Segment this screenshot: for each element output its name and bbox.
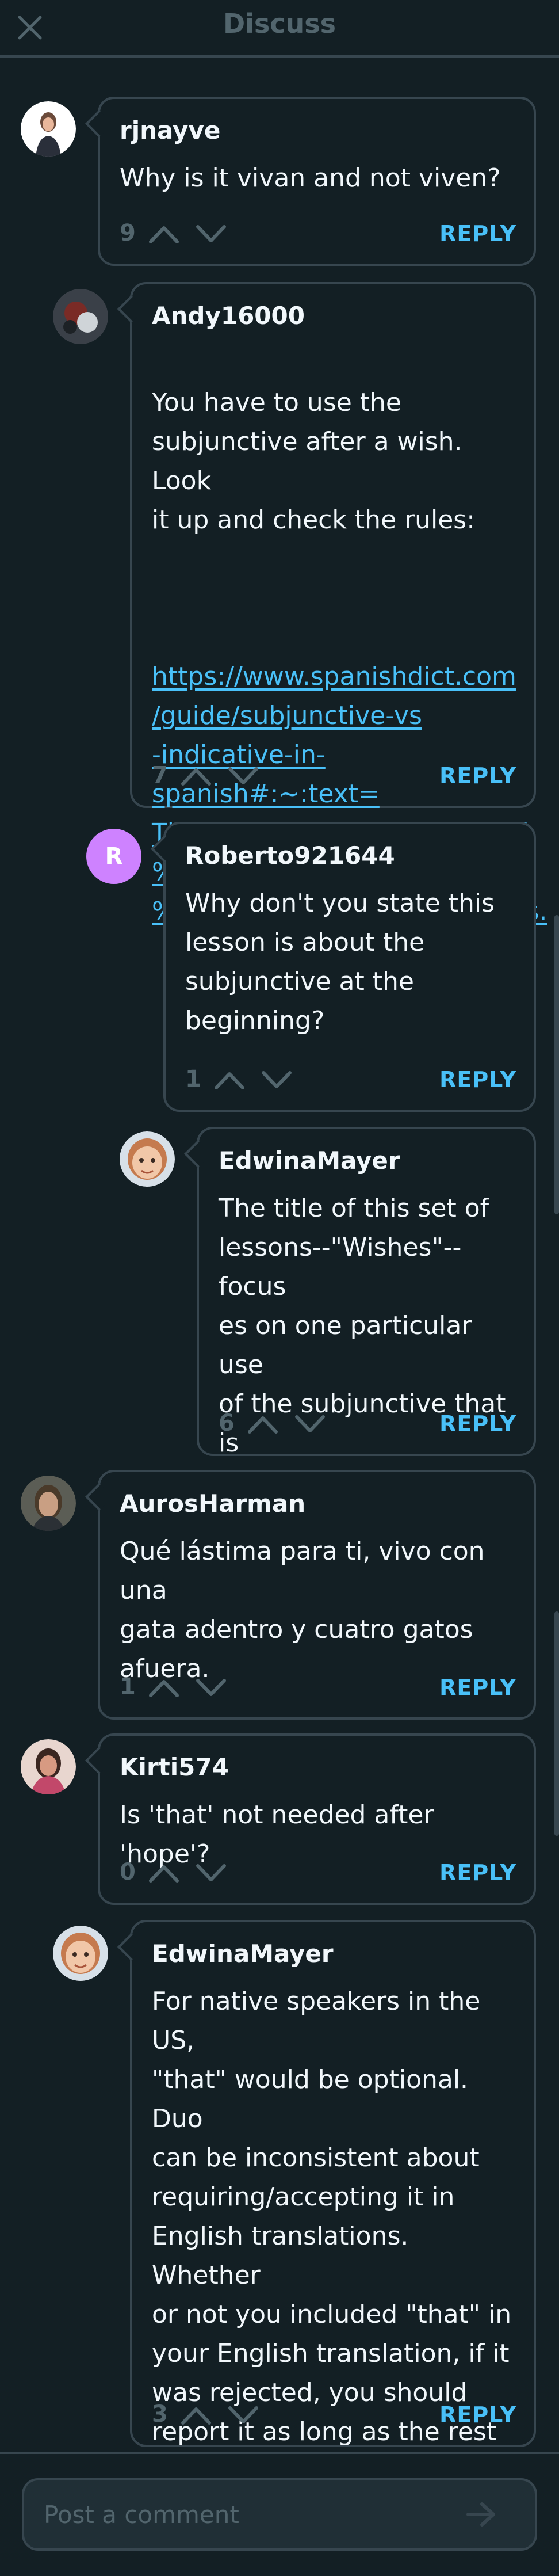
comment-footer: 3 REPLY xyxy=(152,2399,516,2431)
chevron-down-icon xyxy=(196,1679,226,1696)
reply-button[interactable]: REPLY xyxy=(439,221,516,246)
send-button[interactable] xyxy=(465,2500,497,2529)
upvote-button[interactable] xyxy=(147,1675,181,1700)
comment: Kirti574 Is 'that' not needed after 'hop… xyxy=(21,1733,536,1905)
comment: Andy16000 You have to use the subjunctiv… xyxy=(53,282,547,926)
username[interactable]: rjnayve xyxy=(120,116,220,144)
send-icon xyxy=(466,2502,495,2527)
chevron-up-icon xyxy=(181,2407,211,2425)
username[interactable]: EdwinaMayer xyxy=(152,1939,334,1968)
downvote-button[interactable] xyxy=(260,1067,293,1092)
comment-text: The title of this set of lessons--"Wishe… xyxy=(219,1194,506,1497)
avatar[interactable]: R xyxy=(86,829,141,884)
comment-text: Why don't you state this lesson is about… xyxy=(185,889,495,1035)
avatar[interactable] xyxy=(21,101,76,157)
reply-button[interactable]: REPLY xyxy=(439,1411,516,1436)
comment: EdwinaMayer The title of this set of les… xyxy=(120,1127,536,1497)
upvote-button[interactable] xyxy=(179,763,213,788)
chevron-up-icon xyxy=(181,768,211,786)
chevron-up-icon xyxy=(248,1416,278,1434)
reply-button[interactable]: REPLY xyxy=(439,763,516,788)
reply-button[interactable]: REPLY xyxy=(439,1860,516,1885)
avatar[interactable] xyxy=(120,1131,175,1187)
comment: R Roberto921644 Why don't you state this… xyxy=(86,822,536,1112)
comment: rjnayve Why is it vivan and not viven? 9… xyxy=(21,97,536,266)
comment-footer: 6 REPLY xyxy=(219,1408,516,1440)
vote-count: 6 xyxy=(219,1410,235,1436)
downvote-button[interactable] xyxy=(194,221,228,246)
upvote-button[interactable] xyxy=(246,1411,280,1436)
comment-footer: 9 REPLY xyxy=(120,218,516,250)
reply-button[interactable]: REPLY xyxy=(439,2402,516,2428)
vote-count: 7 xyxy=(152,762,168,788)
comment-text: Qué lástima para ti, vivo con una gata a… xyxy=(120,1537,485,1683)
reply-button[interactable]: REPLY xyxy=(439,1067,516,1092)
comment-text: For native speakers in the US, "that" wo… xyxy=(152,1987,512,2525)
vote-count: 0 xyxy=(120,1859,136,1885)
comment-card: Andy16000 You have to use the subjunctiv… xyxy=(130,282,547,926)
upvote-button[interactable] xyxy=(147,1860,181,1885)
page-title: Discuss xyxy=(223,8,336,39)
comment-composer xyxy=(0,2452,559,2576)
comment-footer: 1 REPLY xyxy=(120,1671,516,1704)
downvote-button[interactable] xyxy=(194,1675,228,1700)
comment-text: Why is it vivan and not viven? xyxy=(120,163,501,193)
avatar[interactable] xyxy=(53,289,108,344)
comment: AurosHarman Qué lástima para ti, vivo co… xyxy=(21,1470,536,1720)
chevron-up-icon xyxy=(149,1865,179,1883)
chevron-down-icon xyxy=(228,767,258,784)
header: Discuss xyxy=(0,0,559,58)
comment-card: EdwinaMayer For native speakers in the U… xyxy=(130,1920,536,2525)
comment: EdwinaMayer For native speakers in the U… xyxy=(53,1920,536,2525)
reply-button[interactable]: REPLY xyxy=(439,1675,516,1700)
username[interactable]: Kirti574 xyxy=(120,1753,229,1781)
comment-footer: 7 REPLY xyxy=(152,760,516,792)
chevron-down-icon xyxy=(196,225,226,242)
username[interactable]: EdwinaMayer xyxy=(219,1146,400,1175)
discussion-screen: Discuss rjnayve Why is it vivan and not … xyxy=(0,0,559,2576)
downvote-button[interactable] xyxy=(194,1860,228,1885)
downvote-button[interactable] xyxy=(227,763,260,788)
chevron-down-icon xyxy=(196,1864,226,1881)
chevron-down-icon xyxy=(295,1415,325,1432)
comment-card: AurosHarman Qué lástima para ti, vivo co… xyxy=(98,1470,536,1720)
chevron-down-icon xyxy=(262,1071,292,1088)
username[interactable]: AurosHarman xyxy=(120,1489,305,1518)
comment-text-body: You have to use the subjunctive after a … xyxy=(152,388,476,535)
avatar[interactable] xyxy=(21,1739,76,1794)
scrollbar-thumb[interactable] xyxy=(554,1611,559,1836)
comment-footer: 1 REPLY xyxy=(185,1064,516,1096)
comment-card: Kirti574 Is 'that' not needed after 'hop… xyxy=(98,1733,536,1905)
chevron-up-icon xyxy=(149,1680,179,1697)
vote-count: 9 xyxy=(120,220,136,246)
comment-card: EdwinaMayer The title of this set of les… xyxy=(197,1127,536,1497)
avatar[interactable] xyxy=(53,1926,108,1981)
avatar[interactable] xyxy=(21,1476,76,1531)
upvote-button[interactable] xyxy=(147,221,181,246)
comment-card: Roberto921644 Why don't you state this l… xyxy=(163,822,536,1112)
username[interactable]: Roberto921644 xyxy=(185,841,395,870)
username[interactable]: Andy16000 xyxy=(152,302,305,330)
comment-card: rjnayve Why is it vivan and not viven? 9… xyxy=(98,97,536,266)
upvote-button[interactable] xyxy=(213,1067,246,1092)
scrollbar-thumb[interactable] xyxy=(554,915,559,1214)
chevron-up-icon xyxy=(149,226,179,243)
downvote-button[interactable] xyxy=(293,1411,327,1436)
vote-count: 1 xyxy=(120,1674,136,1700)
chevron-down-icon xyxy=(228,2406,258,2423)
chevron-up-icon xyxy=(215,1072,244,1089)
vote-count: 1 xyxy=(185,1066,201,1092)
comment-footer: 0 REPLY xyxy=(120,1857,516,1889)
post-comment-input[interactable] xyxy=(22,2478,537,2551)
downvote-button[interactable] xyxy=(227,2402,260,2428)
upvote-button[interactable] xyxy=(179,2402,213,2428)
vote-count: 3 xyxy=(152,2401,168,2428)
